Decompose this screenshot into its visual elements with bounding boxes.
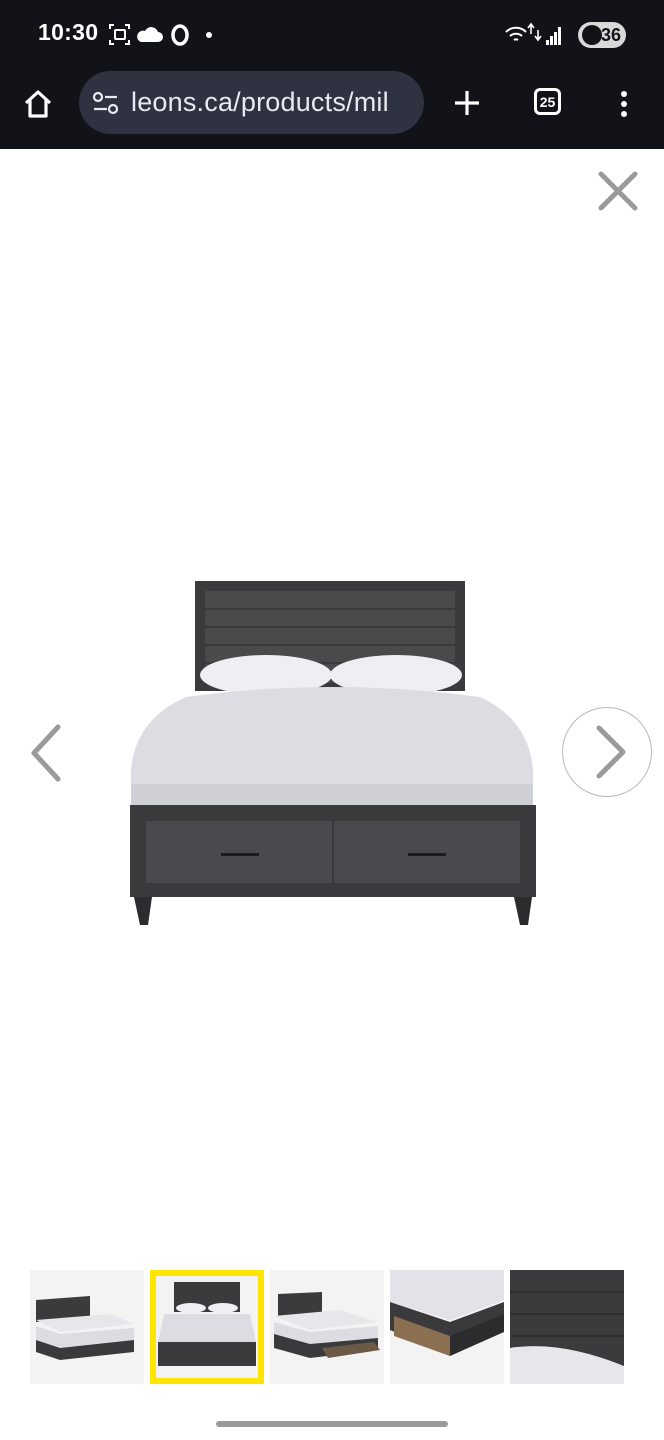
leg-left xyxy=(134,897,152,925)
image-viewer xyxy=(0,149,664,1440)
thumbnail-image xyxy=(30,1270,144,1384)
product-image[interactable] xyxy=(128,579,538,929)
gesture-home-indicator[interactable] xyxy=(216,1421,448,1427)
home-icon xyxy=(24,90,52,118)
close-button[interactable] xyxy=(597,170,639,212)
thumbnail-3[interactable] xyxy=(270,1270,384,1384)
screenshot-icon xyxy=(109,24,130,45)
wifi-icon xyxy=(505,26,527,41)
status-time: 10:30 xyxy=(38,19,99,45)
thumbnail-5[interactable] xyxy=(510,1270,624,1384)
next-image-button[interactable] xyxy=(562,707,652,797)
dot-icon xyxy=(206,32,212,38)
leg-right xyxy=(514,897,532,925)
previous-image-button[interactable] xyxy=(24,721,72,785)
thumbnail-image xyxy=(156,1276,258,1378)
battery-percent: 36 xyxy=(600,24,621,45)
status-right-icons xyxy=(505,22,561,45)
new-tab-button[interactable] xyxy=(446,82,488,124)
battery-icon: 36 xyxy=(578,22,626,48)
drawer-left xyxy=(146,821,332,883)
new-tab-icon xyxy=(455,91,479,115)
thumbnail-image xyxy=(510,1270,624,1384)
battery-saver-icon xyxy=(582,25,602,45)
tab-count: 25 xyxy=(539,93,556,110)
address-bar[interactable]: leons.ca/products/mil xyxy=(79,71,424,134)
url-text: leons.ca/products/mil xyxy=(131,87,389,117)
status-bar: 10:30 36 xyxy=(0,0,664,68)
thumbnail-2-selected[interactable] xyxy=(150,1270,264,1384)
site-settings-icon[interactable] xyxy=(89,88,123,118)
thumbnail-1[interactable] xyxy=(30,1270,144,1384)
more-menu-button[interactable] xyxy=(604,82,644,126)
home-button[interactable] xyxy=(16,82,60,126)
thumbnail-image xyxy=(270,1270,384,1384)
data-arrows-icon xyxy=(527,22,542,42)
signal-icon xyxy=(546,27,561,45)
browser-toolbar: leons.ca/products/mil 25 xyxy=(0,68,664,149)
cloud-icon xyxy=(137,27,163,42)
drawer-right xyxy=(334,821,520,883)
thumbnail-image xyxy=(390,1270,504,1384)
opera-icon xyxy=(171,24,189,46)
chevron-right-icon xyxy=(596,725,626,779)
thumbnail-4[interactable] xyxy=(390,1270,504,1384)
tab-switcher-icon[interactable]: 25 xyxy=(534,88,561,115)
thumbnail-strip xyxy=(30,1270,634,1384)
status-left-icons xyxy=(109,24,212,46)
close-icon xyxy=(598,171,638,211)
more-menu-icon xyxy=(621,91,627,117)
chevron-left-icon xyxy=(31,724,61,782)
